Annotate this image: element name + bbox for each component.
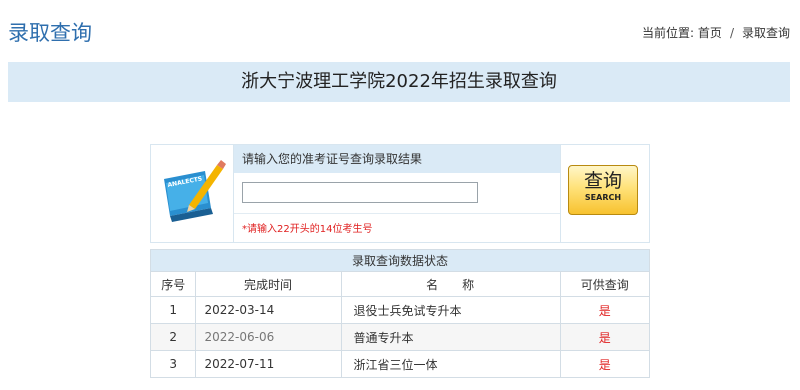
search-panel: ANALECTS 请输入您的准考证号查询录取结果 *请输入22开头的14位考生号… — [150, 144, 650, 243]
table-row: 2 2022-06-06 普通专升本 是 — [149, 323, 651, 351]
row-name: 浙江省三位一体 — [340, 350, 561, 378]
search-button-label: 查询 — [583, 170, 622, 192]
breadcrumb: 当前位置: 首页 / 录取查询 — [642, 24, 790, 41]
row-date: 2022-06-06 — [195, 323, 342, 351]
book-pencil-icon: ANALECTS — [164, 160, 226, 222]
column-header-available: 可供查询 — [559, 271, 651, 297]
input-hint: *请输入22开头的14位考生号 — [242, 224, 373, 235]
row-index: 1 — [149, 296, 197, 324]
row-index: 3 — [149, 350, 197, 378]
row-available-link[interactable]: 是 — [559, 323, 651, 351]
page-title: 录取查询 — [8, 21, 92, 45]
breadcrumb-prefix: 当前位置: — [642, 26, 695, 40]
breadcrumb-home-link[interactable]: 首页 — [698, 26, 722, 40]
row-name: 普通专升本 — [340, 323, 561, 351]
row-date: 2022-07-11 — [195, 350, 342, 378]
admission-status-table: 录取查询数据状态 序号 完成时间 名 称 可供查询 1 2022-03-14 退… — [149, 249, 651, 378]
table-header-row: 序号 完成时间 名 称 可供查询 — [149, 271, 651, 297]
table-row: 3 2022-07-11 浙江省三位一体 是 — [149, 350, 651, 378]
search-form: 请输入您的准考证号查询录取结果 *请输入22开头的14位考生号 — [234, 145, 560, 242]
search-button[interactable]: 查询 SEARCH — [568, 165, 638, 215]
search-button-sublabel: SEARCH — [584, 193, 622, 202]
row-available-link[interactable]: 是 — [559, 350, 651, 378]
column-header-date: 完成时间 — [195, 271, 342, 297]
search-button-cell: 查询 SEARCH — [560, 145, 650, 242]
search-prompt: 请输入您的准考证号查询录取结果 — [234, 145, 560, 173]
table-caption: 录取查询数据状态 — [150, 249, 650, 272]
column-header-name: 名 称 — [340, 271, 561, 297]
row-name: 退役士兵免试专升本 — [340, 296, 561, 324]
column-header-index: 序号 — [149, 271, 197, 297]
breadcrumb-current: 录取查询 — [741, 26, 790, 40]
row-index: 2 — [149, 323, 197, 351]
row-date: 2022-03-14 — [195, 296, 342, 324]
exam-number-input[interactable] — [242, 182, 478, 203]
table-row: 1 2022-03-14 退役士兵免试专升本 是 — [149, 296, 651, 324]
form-divider — [234, 213, 560, 214]
breadcrumb-separator: / — [729, 26, 734, 40]
admission-title-banner: 浙大宁波理工学院2022年招生录取查询 — [8, 62, 790, 102]
row-available-link[interactable]: 是 — [559, 296, 651, 324]
book-illustration: ANALECTS — [151, 145, 234, 242]
